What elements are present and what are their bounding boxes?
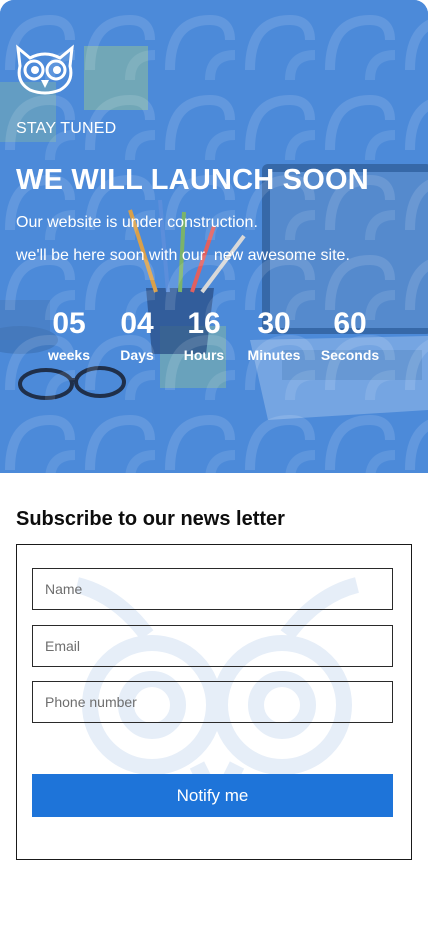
- newsletter-title: Subscribe to our news letter: [16, 508, 285, 530]
- name-field[interactable]: [32, 568, 393, 610]
- countdown-seconds: 60 Seconds: [316, 306, 384, 364]
- countdown-seconds-label: Seconds: [320, 347, 380, 363]
- countdown-minutes-value: 30: [257, 307, 291, 340]
- countdown-weeks: 05 weeks: [44, 306, 94, 364]
- countdown-weeks-label: weeks: [47, 347, 91, 363]
- countdown-days-value: 04: [120, 307, 154, 340]
- stay-tuned-label: STAY TUNED: [16, 120, 117, 137]
- countdown-timer: 05 weeks 04 Days 16 Hours 30 Minutes 60 …: [0, 306, 428, 376]
- countdown-hours: 16 Hours: [178, 306, 230, 364]
- phone-number-field[interactable]: [32, 681, 393, 723]
- owl-logo-icon: [16, 44, 74, 95]
- email-field[interactable]: [32, 625, 393, 667]
- countdown-hours-label: Hours: [183, 347, 225, 363]
- countdown-days-label: Days: [120, 347, 154, 363]
- newsletter-form: Notify me: [16, 544, 412, 860]
- hero-section: STAY TUNED WE WILL LAUNCH SOON Our websi…: [0, 0, 428, 473]
- countdown-minutes: 30 Minutes: [242, 306, 306, 364]
- page-title: WE WILL LAUNCH SOON: [16, 164, 369, 196]
- countdown-seconds-value: 60: [333, 307, 367, 340]
- description-line-2: we'll be here soon with our new awesome …: [16, 247, 350, 264]
- description-line-1: Our website is under construction.: [16, 214, 258, 231]
- countdown-hours-value: 16: [187, 307, 221, 340]
- notify-me-button[interactable]: Notify me: [32, 774, 393, 817]
- countdown-days: 04 Days: [112, 306, 162, 364]
- countdown-weeks-value: 05: [52, 307, 86, 340]
- countdown-minutes-label: Minutes: [247, 347, 301, 363]
